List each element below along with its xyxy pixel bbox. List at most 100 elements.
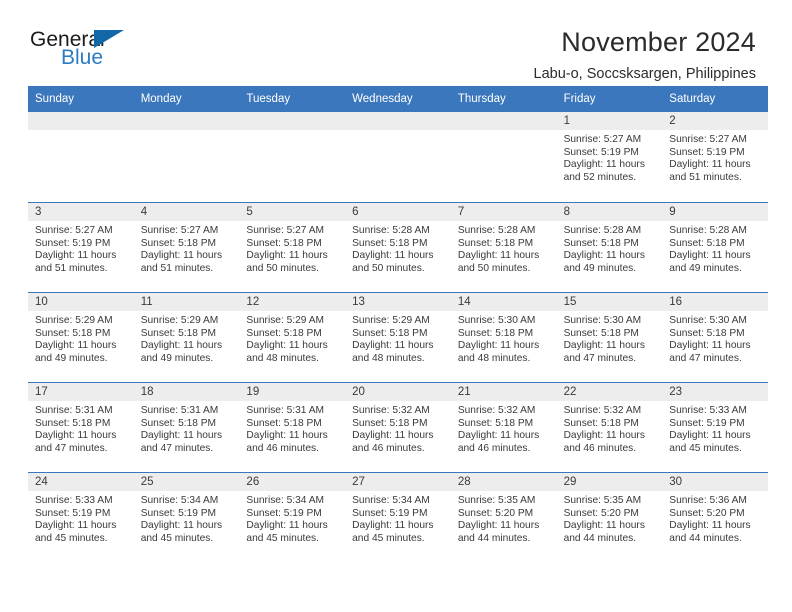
calendar-day-cell[interactable]: 7 Sunrise: 5:28 AM Sunset: 5:18 PM Daylight… xyxy=(450,203,557,292)
day-sun-info: Sunrise: 5:27 AM Sunset: 5:19 PM Daylight:… xyxy=(557,130,663,184)
sunrise-text: Sunrise: 5:29 AM xyxy=(35,315,113,326)
sunset-text: Sunset: 5:19 PM xyxy=(140,507,217,519)
calendar-day-cell[interactable]: 15 Sunrise: 5:30 AM Sunset: 5:18 PM Dayligh… xyxy=(556,293,663,382)
sunset-text: Sunset: 5:18 PM xyxy=(669,327,745,339)
sunrise-text: Sunrise: 5:33 AM xyxy=(35,495,113,506)
day-number: 3 xyxy=(28,203,134,221)
calendar-day-cell[interactable]: 8 Sunrise: 5:28 AM Sunset: 5:18 PM Daylight… xyxy=(556,203,663,292)
day-number: 9 xyxy=(662,203,768,221)
daylight-text: Daylight: 11 hours and 47 minutes. xyxy=(669,340,751,364)
calendar-day-cell[interactable]: 12 Sunrise: 5:29 AM Sunset: 5:18 PM Dayligh… xyxy=(239,293,346,382)
sunrise-text: Sunrise: 5:35 AM xyxy=(563,495,642,506)
daylight-text: Daylight: 11 hours and 51 minutes. xyxy=(35,250,117,274)
calendar-day-cell[interactable]: 3 Sunrise: 5:27 AM Sunset: 5:19 PM Daylight… xyxy=(28,203,134,292)
day-number xyxy=(345,112,451,130)
sunrise-text: Sunrise: 5:32 AM xyxy=(352,405,430,416)
sunset-text: Sunset: 5:19 PM xyxy=(352,507,428,519)
calendar-day-cell[interactable]: 6 Sunrise: 5:28 AM Sunset: 5:18 PM Daylight… xyxy=(345,203,451,292)
sunrise-text: Sunrise: 5:28 AM xyxy=(563,225,642,236)
calendar-day-cell[interactable]: 27 Sunrise: 5:34 AM Sunset: 5:19 PM Dayligh… xyxy=(345,473,451,562)
sunrise-text: Sunrise: 5:27 AM xyxy=(35,225,113,236)
day-sun-info: Sunrise: 5:30 AM Sunset: 5:18 PM Daylight:… xyxy=(451,311,557,365)
sunset-text: Sunset: 5:18 PM xyxy=(352,327,428,339)
daylight-text: Daylight: 11 hours and 50 minutes. xyxy=(352,250,434,274)
calendar-day-cell[interactable]: 5 Sunrise: 5:27 AM Sunset: 5:18 PM Daylight… xyxy=(239,203,346,292)
day-number: 16 xyxy=(662,293,768,311)
calendar-day-cell[interactable]: 25 Sunrise: 5:34 AM Sunset: 5:19 PM Dayligh… xyxy=(133,473,240,562)
day-sun-info: Sunrise: 5:30 AM Sunset: 5:18 PM Daylight:… xyxy=(662,311,768,365)
sunrise-text: Sunrise: 5:31 AM xyxy=(140,405,219,416)
calendar-day-cell[interactable]: 29 Sunrise: 5:35 AM Sunset: 5:20 PM Dayligh… xyxy=(556,473,663,562)
calendar-day-cell[interactable]: 14 Sunrise: 5:30 AM Sunset: 5:18 PM Dayligh… xyxy=(450,293,557,382)
calendar-day-cell[interactable]: 9 Sunrise: 5:28 AM Sunset: 5:18 PM Daylight… xyxy=(662,203,768,292)
calendar-day-cell[interactable]: 24 Sunrise: 5:33 AM Sunset: 5:19 PM Dayligh… xyxy=(28,473,134,562)
day-sun-info: Sunrise: 5:30 AM Sunset: 5:18 PM Daylight:… xyxy=(557,311,663,365)
day-number xyxy=(133,112,240,130)
calendar-day-cell[interactable]: 19 Sunrise: 5:31 AM Sunset: 5:18 PM Dayligh… xyxy=(239,383,346,472)
day-number: 18 xyxy=(133,383,240,401)
day-number: 20 xyxy=(345,383,451,401)
calendar-day-cell[interactable]: 26 Sunrise: 5:34 AM Sunset: 5:19 PM Dayligh… xyxy=(239,473,346,562)
weekday-header-saturday: Saturday xyxy=(669,93,716,105)
calendar-day-cell[interactable]: 16 Sunrise: 5:30 AM Sunset: 5:18 PM Dayligh… xyxy=(662,293,768,382)
sunset-text: Sunset: 5:18 PM xyxy=(246,237,322,249)
calendar-day-cell[interactable]: 20 Sunrise: 5:32 AM Sunset: 5:18 PM Dayligh… xyxy=(345,383,451,472)
calendar-day-cell[interactable]: 4 Sunrise: 5:27 AM Sunset: 5:18 PM Daylight… xyxy=(133,203,240,292)
sunset-text: Sunset: 5:18 PM xyxy=(140,327,217,339)
sunrise-text: Sunrise: 5:27 AM xyxy=(140,225,219,236)
daylight-text: Daylight: 11 hours and 45 minutes. xyxy=(669,430,751,454)
sunset-text: Sunset: 5:19 PM xyxy=(35,237,111,249)
calendar-day-cell[interactable]: 2 Sunrise: 5:27 AM Sunset: 5:19 PM Daylight… xyxy=(662,112,768,202)
day-number: 15 xyxy=(556,293,663,311)
weekday-header-wednesday: Wednesday xyxy=(352,93,413,105)
sunset-text: Sunset: 5:18 PM xyxy=(457,237,534,249)
weekday-header-row: Sunday Monday Tuesday Wednesday Thursday Frid… xyxy=(28,86,768,112)
day-sun-info: Sunrise: 5:32 AM Sunset: 5:18 PM Daylight:… xyxy=(557,401,663,455)
calendar-day-cell[interactable]: 23 Sunrise: 5:33 AM Sunset: 5:19 PM Dayligh… xyxy=(662,383,768,472)
sunrise-text: Sunrise: 5:30 AM xyxy=(669,315,747,326)
calendar-day-cell[interactable]: 30 Sunrise: 5:36 AM Sunset: 5:20 PM Dayligh… xyxy=(662,473,768,562)
calendar-day-cell[interactable]: 1 Sunrise: 5:27 AM Sunset: 5:19 PM Daylight… xyxy=(556,112,663,202)
day-number: 13 xyxy=(345,293,451,311)
calendar-day-cell[interactable]: 28 Sunrise: 5:35 AM Sunset: 5:20 PM Dayligh… xyxy=(450,473,557,562)
daylight-text: Daylight: 11 hours and 45 minutes. xyxy=(140,520,223,544)
daylight-text: Daylight: 11 hours and 46 minutes. xyxy=(246,430,328,454)
calendar-day-cell[interactable]: 22 Sunrise: 5:32 AM Sunset: 5:18 PM Dayligh… xyxy=(556,383,663,472)
calendar-week-row: 3 Sunrise: 5:27 AM Sunset: 5:19 PM Daylight… xyxy=(28,202,768,292)
sunrise-text: Sunrise: 5:34 AM xyxy=(352,495,430,506)
daylight-text: Daylight: 11 hours and 49 minutes. xyxy=(669,250,751,274)
sunrise-text: Sunrise: 5:28 AM xyxy=(352,225,430,236)
weekday-header-monday: Monday xyxy=(140,93,182,105)
calendar-day-cell-empty xyxy=(133,112,240,202)
sunrise-text: Sunrise: 5:32 AM xyxy=(563,405,642,416)
sunset-text: Sunset: 5:18 PM xyxy=(352,237,428,249)
day-sun-info: Sunrise: 5:34 AM Sunset: 5:19 PM Daylight:… xyxy=(239,491,345,545)
daylight-text: Daylight: 11 hours and 49 minutes. xyxy=(140,340,223,364)
calendar-table: Sunday Monday Tuesday Wednesday Thursday Frid… xyxy=(28,86,768,562)
daylight-text: Daylight: 11 hours and 51 minutes. xyxy=(140,250,223,274)
sunrise-text: Sunrise: 5:36 AM xyxy=(669,495,747,506)
calendar-day-cell[interactable]: 11 Sunrise: 5:29 AM Sunset: 5:18 PM Dayligh… xyxy=(133,293,240,382)
day-number: 23 xyxy=(662,383,768,401)
day-number: 27 xyxy=(345,473,451,491)
daylight-text: Daylight: 11 hours and 46 minutes. xyxy=(352,430,434,454)
calendar-day-cell[interactable]: 18 Sunrise: 5:31 AM Sunset: 5:18 PM Dayligh… xyxy=(133,383,240,472)
day-sun-info: Sunrise: 5:29 AM Sunset: 5:18 PM Daylight:… xyxy=(345,311,451,365)
calendar-day-cell[interactable]: 13 Sunrise: 5:29 AM Sunset: 5:18 PM Dayligh… xyxy=(345,293,451,382)
calendar-day-cell[interactable]: 10 Sunrise: 5:29 AM Sunset: 5:18 PM Dayligh… xyxy=(28,293,134,382)
day-sun-info: Sunrise: 5:27 AM Sunset: 5:19 PM Daylight:… xyxy=(662,130,768,184)
sunset-text: Sunset: 5:18 PM xyxy=(563,327,639,339)
day-sun-info: Sunrise: 5:35 AM Sunset: 5:20 PM Daylight:… xyxy=(557,491,663,545)
daylight-text: Daylight: 11 hours and 49 minutes. xyxy=(35,340,117,364)
daylight-text: Daylight: 11 hours and 51 minutes. xyxy=(669,159,751,183)
sunset-text: Sunset: 5:19 PM xyxy=(35,507,111,519)
location-subtitle: Labu-o, Soccsksargen, Philippines xyxy=(533,66,756,82)
sunrise-text: Sunrise: 5:30 AM xyxy=(563,315,642,326)
calendar-day-cell[interactable]: 17 Sunrise: 5:31 AM Sunset: 5:18 PM Dayligh… xyxy=(28,383,134,472)
calendar-day-cell[interactable]: 21 Sunrise: 5:32 AM Sunset: 5:18 PM Dayligh… xyxy=(450,383,557,472)
sunrise-text: Sunrise: 5:31 AM xyxy=(35,405,113,416)
calendar-page: General Blue November 2024 Labu-o, Soccs… xyxy=(0,0,792,612)
day-number: 2 xyxy=(662,112,768,130)
sunrise-text: Sunrise: 5:31 AM xyxy=(246,405,325,416)
day-sun-info: Sunrise: 5:27 AM Sunset: 5:19 PM Daylight:… xyxy=(28,221,134,275)
